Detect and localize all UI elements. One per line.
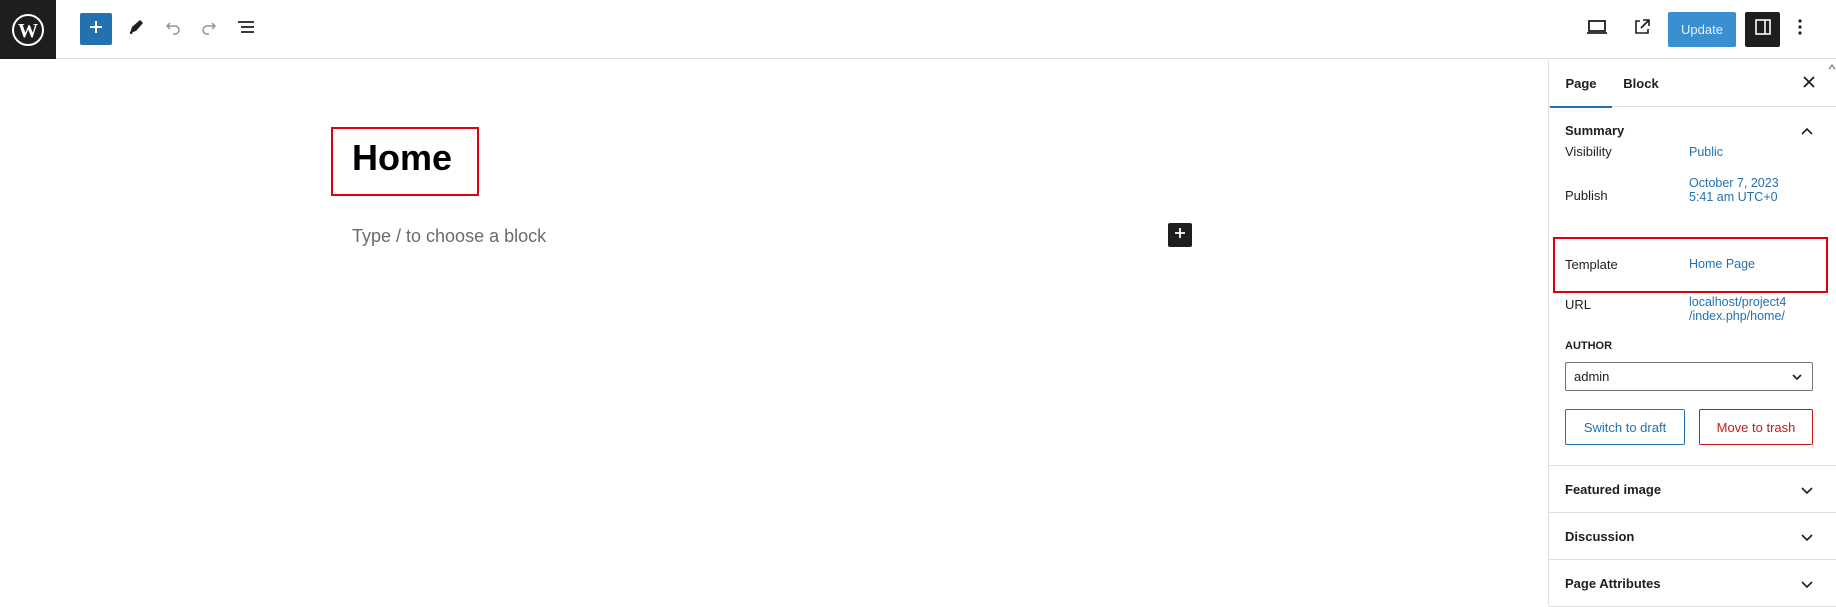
- url-link[interactable]: localhost/project4 /index.php/home/: [1689, 295, 1786, 323]
- visibility-label: Visibility: [1565, 144, 1612, 159]
- external-link-icon: [1633, 18, 1651, 41]
- settings-sidebar: Page Block Summary Visibility Public Pub…: [1548, 60, 1836, 607]
- publish-date-line2: 5:41 am UTC+0: [1689, 190, 1778, 204]
- pencil-icon: [127, 18, 145, 41]
- url-line1: localhost/project4: [1689, 295, 1787, 309]
- options-button[interactable]: [1784, 13, 1816, 45]
- template-value[interactable]: Home Page: [1689, 257, 1755, 271]
- publish-label: Publish: [1565, 188, 1608, 203]
- summary-panel-title: Summary: [1565, 123, 1625, 138]
- inline-add-block-button[interactable]: [1168, 223, 1192, 247]
- tab-page[interactable]: Page: [1550, 60, 1612, 108]
- page-title[interactable]: Home: [352, 137, 452, 179]
- editor-canvas: Home Type / to choose a block: [0, 60, 1548, 606]
- redo-button[interactable]: [193, 13, 225, 45]
- visibility-value[interactable]: Public: [1689, 145, 1723, 159]
- page-attributes-panel-title: Page Attributes: [1565, 575, 1661, 591]
- author-select[interactable]: admin: [1565, 362, 1813, 391]
- move-to-trash-button[interactable]: Move to trash: [1699, 409, 1813, 445]
- featured-image-panel-toggle[interactable]: Featured image: [1549, 466, 1836, 513]
- url-line2: /index.php/home/: [1689, 309, 1785, 323]
- close-sidebar-button[interactable]: [1793, 68, 1825, 100]
- chevron-down-icon: [1799, 529, 1815, 545]
- desktop-icon: [1586, 18, 1608, 41]
- featured-image-panel-title: Featured image: [1565, 481, 1662, 497]
- plus-icon: [1173, 226, 1187, 245]
- chevron-down-icon: [1790, 370, 1804, 384]
- editor-header: W Update: [0, 0, 1836, 59]
- list-view-icon: [236, 18, 256, 41]
- settings-toggle-button[interactable]: [1745, 12, 1780, 47]
- wordpress-logo-icon[interactable]: W: [0, 0, 56, 59]
- close-icon: [1802, 75, 1816, 94]
- list-view-button[interactable]: [230, 13, 262, 45]
- sidebar-tabs: Page Block: [1549, 60, 1836, 108]
- author-select-value: admin: [1574, 369, 1610, 384]
- plus-icon: [88, 19, 104, 40]
- undo-button[interactable]: [157, 13, 189, 45]
- author-label: AUTHOR: [1565, 340, 1613, 352]
- discussion-panel-toggle[interactable]: Discussion: [1549, 513, 1836, 560]
- add-block-button[interactable]: [80, 13, 112, 45]
- preview-button[interactable]: [1581, 13, 1613, 45]
- view-page-button[interactable]: [1626, 13, 1658, 45]
- update-button[interactable]: Update: [1668, 12, 1736, 47]
- chevron-up-icon: [1799, 123, 1815, 139]
- switch-to-draft-button[interactable]: Switch to draft: [1565, 409, 1685, 445]
- url-label: URL: [1565, 297, 1592, 312]
- block-placeholder[interactable]: Type / to choose a block: [352, 226, 546, 247]
- scrollbar-up-arrow[interactable]: [1828, 60, 1836, 72]
- publish-date-line1: October 7, 2023: [1689, 176, 1779, 190]
- tab-block[interactable]: Block: [1615, 60, 1667, 107]
- page-attributes-panel-toggle[interactable]: Page Attributes: [1549, 560, 1836, 607]
- tools-button[interactable]: [120, 13, 152, 45]
- discussion-panel-title: Discussion: [1565, 528, 1635, 544]
- undo-icon: [164, 18, 182, 41]
- chevron-down-icon: [1799, 482, 1815, 498]
- svg-text:W: W: [18, 20, 38, 42]
- vertical-ellipsis-icon: [1797, 18, 1803, 41]
- template-label: Template: [1565, 257, 1618, 272]
- redo-icon: [200, 18, 218, 41]
- chevron-down-icon: [1799, 576, 1815, 592]
- sidebar-toggle-icon: [1754, 18, 1772, 41]
- publish-date-button[interactable]: October 7, 2023 5:41 am UTC+0: [1689, 176, 1779, 204]
